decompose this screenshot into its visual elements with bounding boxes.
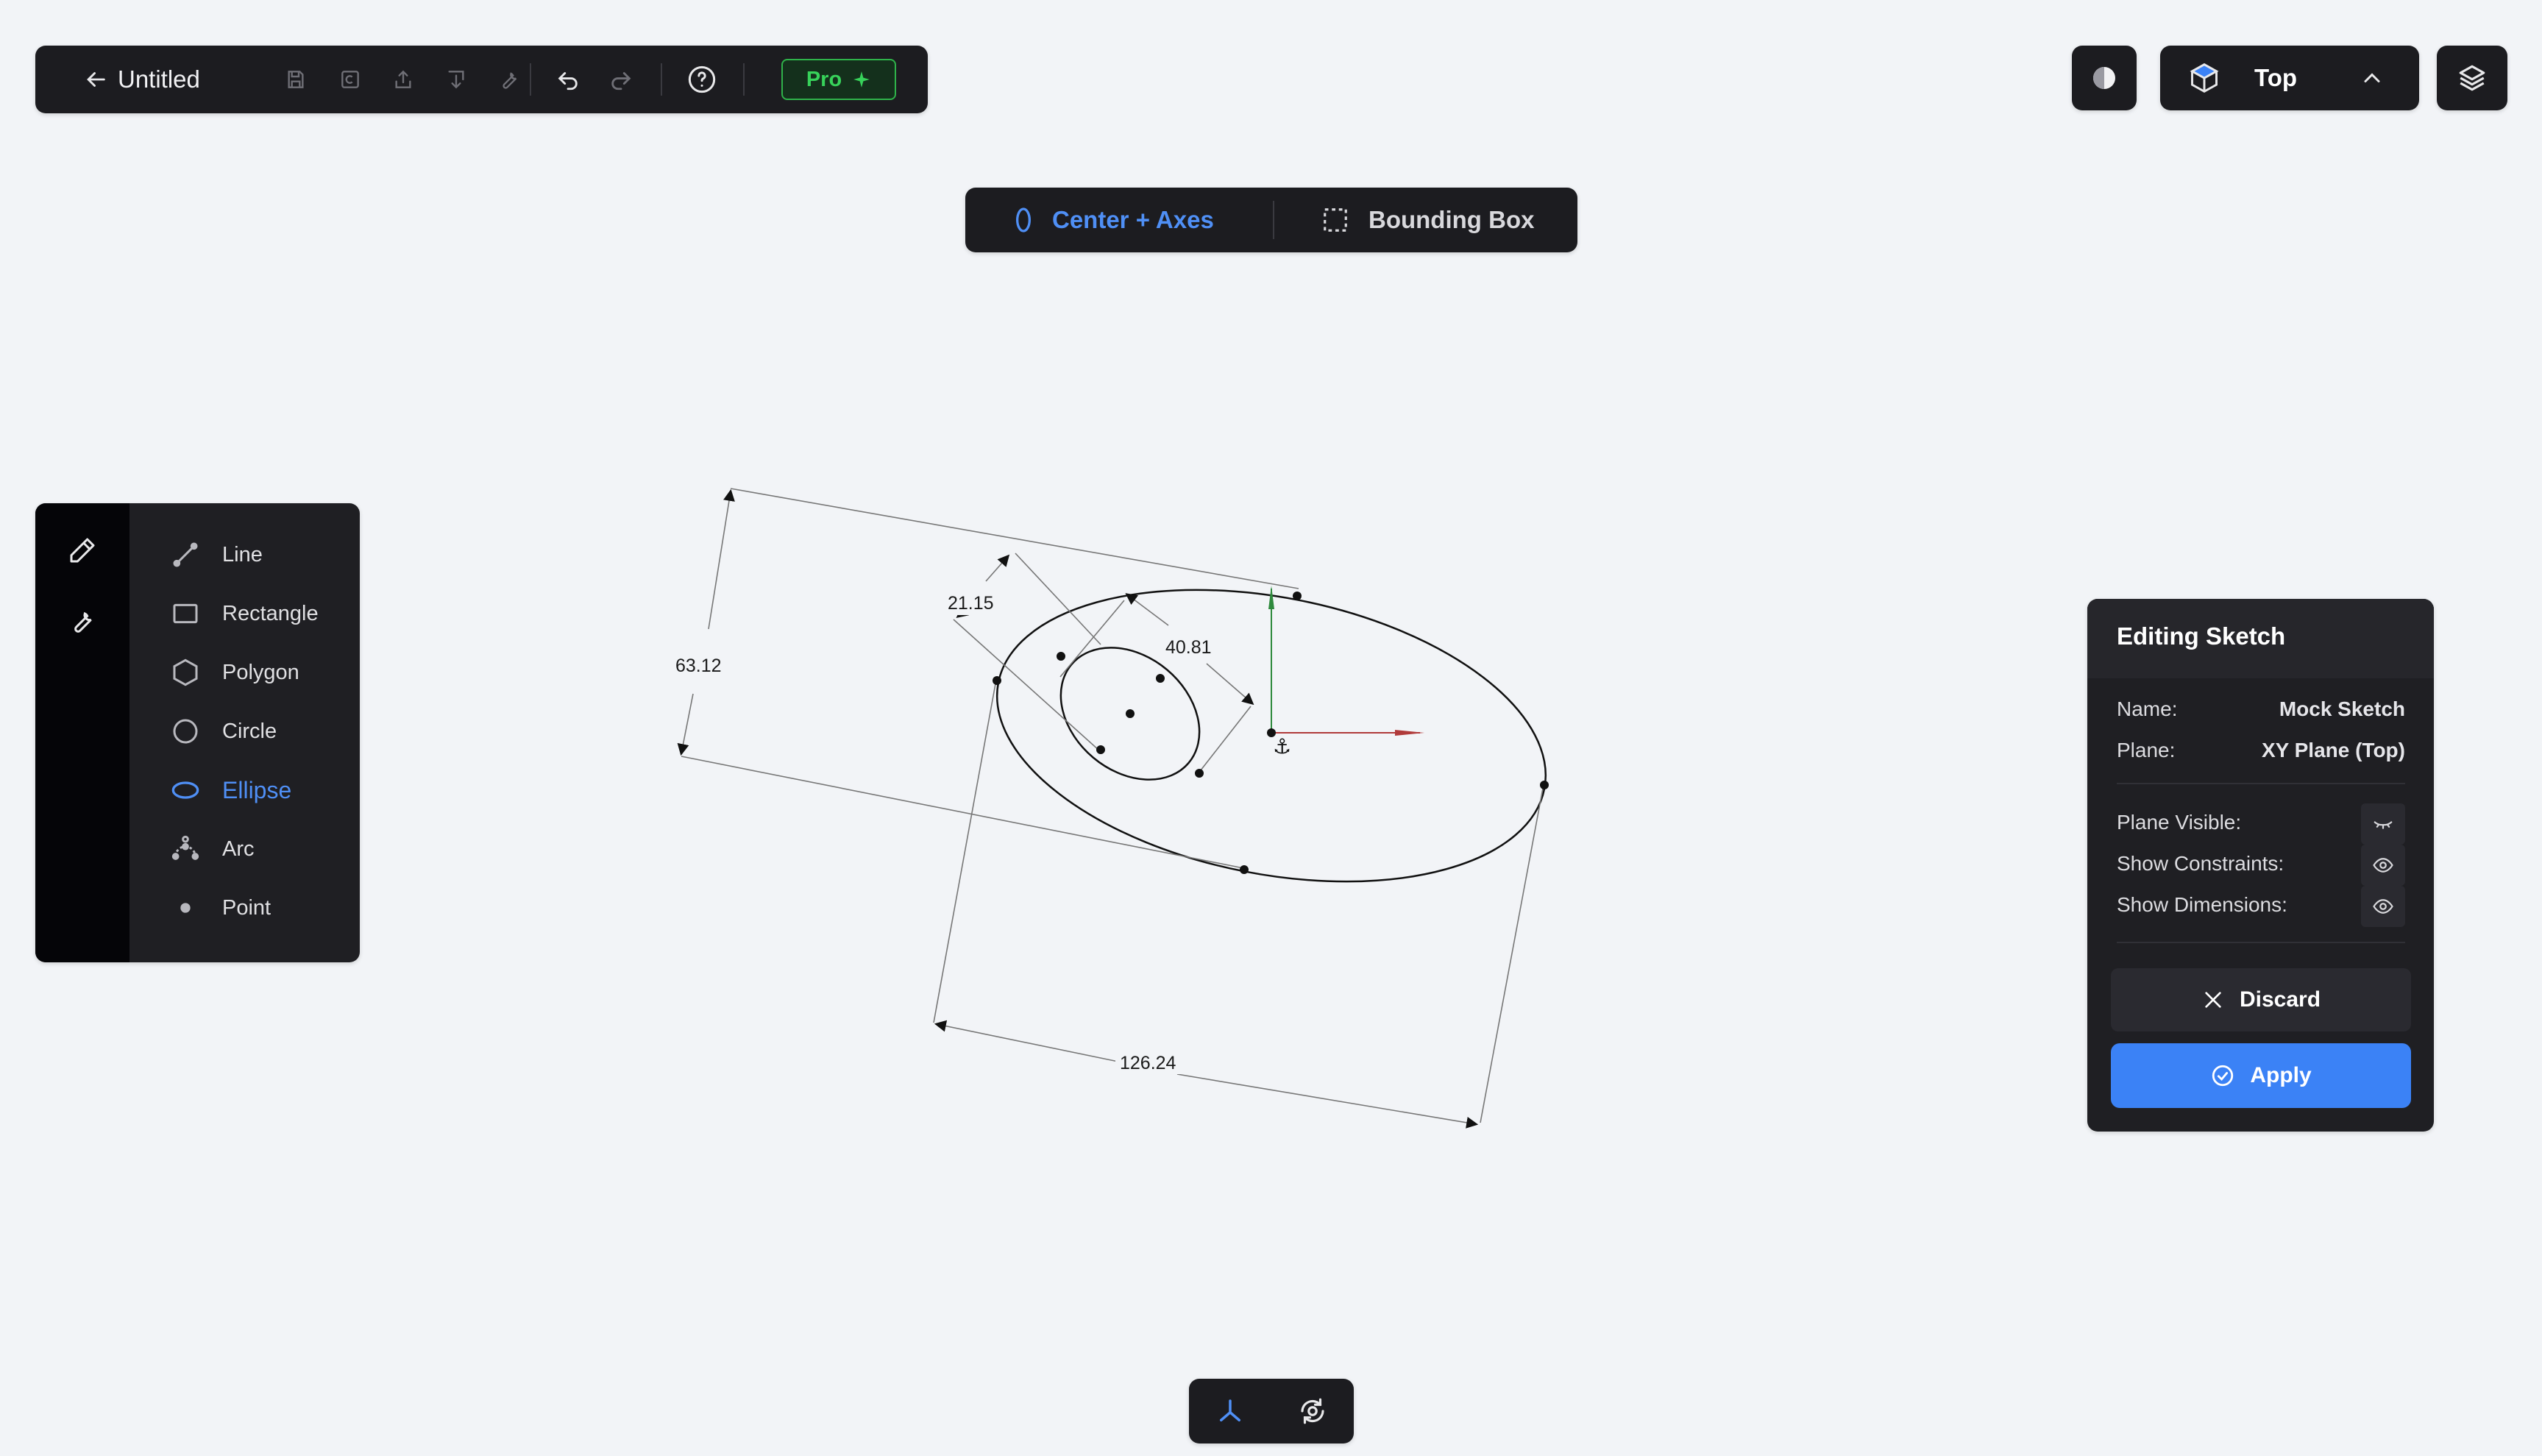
mode-divider [1273,201,1274,239]
save-icon[interactable] [278,62,313,97]
dimension-label-21[interactable]: 21.15 [948,593,994,614]
tool-ellipse[interactable]: Ellipse [168,768,291,812]
discard-button[interactable]: Discard [2111,968,2411,1031]
ellipse-mode-selector: Center + Axes Bounding Box [965,188,1577,252]
plane-visible-row: Plane Visible: [2117,803,2405,845]
chevron-up-icon [2359,65,2385,91]
show-constraints-row: Show Constraints: [2117,845,2405,886]
dimension-label-63[interactable]: 63.12 [675,656,722,676]
dimension-labels[interactable]: 63.12 21.15 40.81 126.24 [671,590,1214,1074]
sketch-tools-panel: Line Rectangle Polygon Circle Ellipse Ar… [35,503,360,962]
tool-ellipse-label: Ellipse [222,776,292,803]
panel-divider [2117,783,2405,784]
polygon-icon [168,655,203,690]
mode-bounding-box-label: Bounding Box [1368,206,1535,233]
eye-icon[interactable] [2361,845,2405,886]
cube-icon [2188,62,2220,94]
eye-closed-icon[interactable] [2361,803,2405,845]
svg-text:⚓: ⚓ [1273,734,1291,759]
tool-arc[interactable]: Arc [168,827,255,871]
undo-icon[interactable] [550,62,586,97]
wrench-icon[interactable] [491,62,527,97]
discard-label: Discard [2239,987,2321,1012]
show-dimensions-row: Show Dimensions: [2117,886,2405,927]
theme-icon [2090,63,2119,93]
name-label: Name: [2117,697,2178,720]
mode-center-axes[interactable]: Center + Axes [1014,188,1214,252]
copy-icon[interactable] [333,62,368,97]
show-dimensions-label: Show Dimensions: [2117,893,2287,916]
help-icon[interactable] [684,62,720,97]
tool-arc-label: Arc [222,837,255,861]
view-label: Top [2254,64,2298,91]
tool-polygon-label: Polygon [222,660,299,684]
mode-bounding-box[interactable]: Bounding Box [1321,188,1534,252]
bottom-view-controls [1189,1379,1354,1443]
theme-toggle-button[interactable] [2072,46,2137,110]
plane-value: XY Plane (Top) [2262,739,2405,761]
tool-rectangle[interactable]: Rectangle [168,592,319,636]
name-value[interactable]: Mock Sketch [2279,697,2405,721]
dimension-lines [677,488,1544,1129]
layers-button[interactable] [2437,46,2507,110]
tool-category-rail [35,503,129,962]
dimension-label-40[interactable]: 40.81 [1165,637,1212,658]
tool-point[interactable]: Point [168,886,271,930]
toolbar-divider [530,63,531,96]
pro-upgrade-button[interactable]: Pro [781,59,896,100]
main-toolbar: Untitled Pro [35,46,928,113]
back-arrow-icon[interactable] [78,62,113,97]
download-icon[interactable] [439,62,474,97]
rectangle-icon [168,596,203,631]
tool-line[interactable]: Line [168,533,263,577]
tool-circle[interactable]: Circle [168,709,277,753]
plane-label: Plane: [2117,739,2176,761]
dimension-label-126[interactable]: 126.24 [1120,1053,1176,1073]
arc-icon [168,831,203,867]
tool-point-label: Point [222,895,271,920]
redo-icon[interactable] [603,62,639,97]
tool-rectangle-label: Rectangle [222,601,319,625]
plane-visible-label: Plane Visible: [2117,811,2242,834]
layers-icon [2457,63,2488,93]
apply-button[interactable]: Apply [2111,1043,2411,1108]
circle-icon [168,714,203,749]
mode-center-axes-label: Center + Axes [1052,206,1214,233]
show-constraints-label: Show Constraints: [2117,852,2284,875]
toolbar-divider [661,63,662,96]
close-icon [2201,988,2225,1012]
editing-sketch-panel: Editing Sketch Name: Mock Sketch Plane: … [2087,599,2434,1132]
axes-icon[interactable] [1215,1396,1246,1427]
eye-icon[interactable] [2361,886,2405,927]
toolbar-divider [743,63,745,96]
view-selector-button[interactable]: Top [2160,46,2419,110]
point-icon [168,890,203,926]
panel-divider [2117,942,2405,943]
editing-panel-title: Editing Sketch [2117,622,2286,650]
tool-circle-label: Circle [222,719,277,743]
tool-line-label: Line [222,542,263,567]
line-icon [168,537,203,572]
pencil-icon[interactable] [65,533,100,568]
apply-label: Apply [2250,1063,2312,1087]
sketch-plane-row: Plane: XY Plane (Top) [2117,739,2405,768]
check-circle-icon [2210,1063,2235,1088]
wrench-icon[interactable] [65,603,100,639]
sketch-name-row: Name: Mock Sketch [2117,697,2405,727]
bounding-box-icon [1321,206,1349,234]
sparkle-icon [852,70,871,89]
ellipse-outline-icon [1014,205,1033,235]
pro-label: Pro [806,67,842,91]
document-title[interactable]: Untitled [118,63,200,96]
tool-polygon[interactable]: Polygon [168,650,299,695]
orbit-icon[interactable] [1297,1396,1328,1427]
upload-icon[interactable] [386,62,421,97]
editing-panel-header: Editing Sketch [2087,599,2434,678]
ellipse-icon [168,773,203,808]
